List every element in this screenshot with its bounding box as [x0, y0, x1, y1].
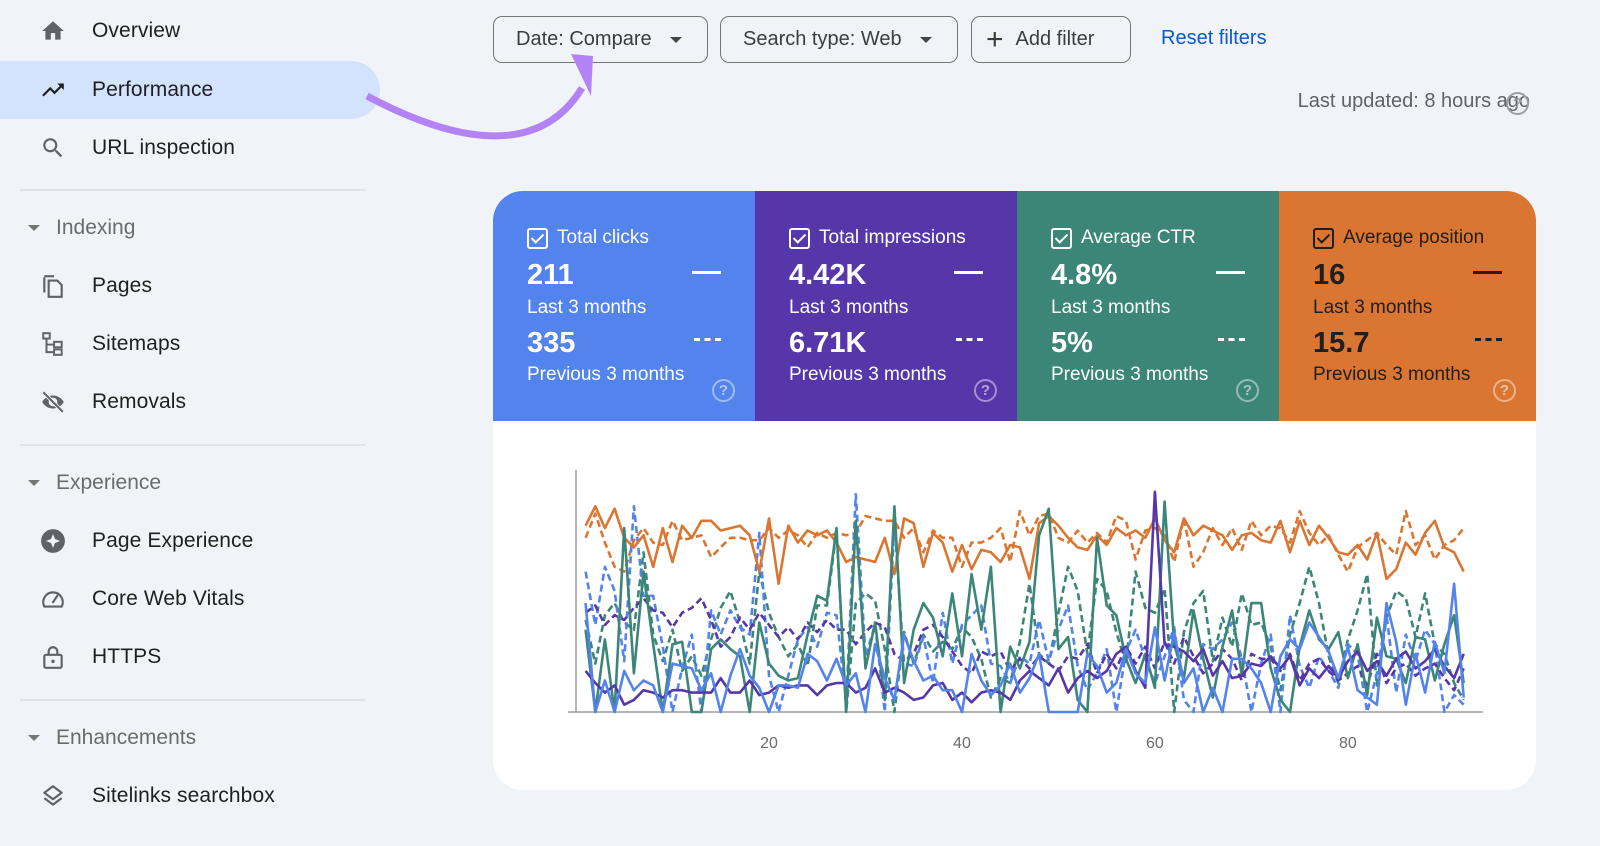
sidebar-item-label: Pages [92, 274, 153, 297]
performance-card: Total clicks 211 Last 3 months 335 Previ… [493, 191, 1536, 790]
search-icon [40, 135, 66, 161]
sidebar-item-url-inspection[interactable]: URL inspection [0, 119, 380, 177]
add-filter-label: Add filter [1015, 28, 1095, 50]
reset-filters-link[interactable]: Reset filters [1161, 27, 1267, 50]
date-filter-dropdown[interactable]: Date: Compare [493, 16, 708, 63]
section-title: Experience [56, 471, 162, 494]
performance-chart: 20 40 60 80 [568, 470, 1483, 752]
sidebar-item-performance[interactable]: Performance [0, 61, 380, 119]
search-type-label: Search type: Web [743, 28, 902, 50]
dropdown-arrow-icon [919, 36, 932, 43]
sidebar-item-pages[interactable]: Pages [0, 257, 380, 315]
section-toggle-enhancements[interactable]: Enhancements [0, 718, 380, 758]
sidebar-item-sitemaps[interactable]: Sitemaps [0, 315, 380, 373]
caret-down-icon [28, 480, 40, 486]
sitemap-icon [40, 331, 66, 357]
section-title: Enhancements [56, 726, 197, 749]
sidebar-item-overview[interactable]: Overview [0, 2, 380, 60]
pages-icon [40, 273, 66, 299]
sidebar-item-https[interactable]: HTTPS [0, 628, 380, 686]
trending-up-icon [40, 77, 66, 103]
sidebar-item-label: Removals [92, 390, 187, 413]
sidebar-divider [20, 444, 365, 446]
sidebar: Overview Performance URL inspection Inde… [0, 0, 390, 846]
sidebar-item-label: Page Experience [92, 529, 254, 552]
last-updated-text: Last updated: 8 hours ago [1297, 90, 1530, 112]
caret-down-icon [28, 225, 40, 231]
sidebar-item-core-web-vitals[interactable]: Core Web Vitals [0, 570, 380, 628]
sidebar-item-label: URL inspection [92, 136, 236, 159]
sidebar-item-sitelinks-searchbox[interactable]: Sitelinks searchbox [0, 767, 380, 825]
x-tick-label: 80 [1339, 735, 1357, 752]
sidebar-item-label: Performance [92, 78, 214, 101]
sidebar-item-removals[interactable]: Removals [0, 373, 380, 431]
dropdown-arrow-icon [669, 36, 682, 43]
sidebar-divider [20, 699, 365, 701]
page-experience-icon [40, 528, 66, 554]
eye-off-icon [40, 389, 66, 415]
x-tick-label: 60 [1146, 735, 1164, 752]
speedometer-icon [40, 586, 66, 612]
date-filter-label: Date: Compare [516, 28, 652, 50]
x-tick-label: 40 [953, 735, 971, 752]
sidebar-item-page-experience[interactable]: Page Experience [0, 512, 380, 570]
sidebar-item-label: Overview [92, 19, 181, 42]
home-icon [40, 18, 66, 44]
series-line-average-position-last-3-months [584, 504, 1465, 586]
section-toggle-experience[interactable]: Experience [0, 463, 380, 503]
sidebar-item-label: Sitemaps [92, 332, 181, 355]
annotation-arrow-line [365, 86, 585, 140]
sidebar-divider [20, 189, 365, 191]
search-type-dropdown[interactable]: Search type: Web [720, 16, 958, 63]
layers-icon [40, 783, 66, 809]
section-toggle-indexing[interactable]: Indexing [0, 208, 380, 248]
help-icon[interactable]: ? [1506, 92, 1529, 115]
sidebar-item-label: Sitelinks searchbox [92, 784, 275, 807]
series-line-total-clicks-last-3-months [584, 582, 1465, 714]
lock-icon [40, 644, 66, 670]
section-title: Indexing [56, 216, 136, 239]
add-filter-button[interactable]: + Add filter [971, 16, 1131, 63]
sidebar-item-label: HTTPS [92, 645, 162, 668]
sidebar-item-label: Core Web Vitals [92, 587, 245, 610]
caret-down-icon [28, 735, 40, 741]
plus-icon: + [986, 22, 1004, 56]
x-tick-label: 20 [760, 735, 778, 752]
